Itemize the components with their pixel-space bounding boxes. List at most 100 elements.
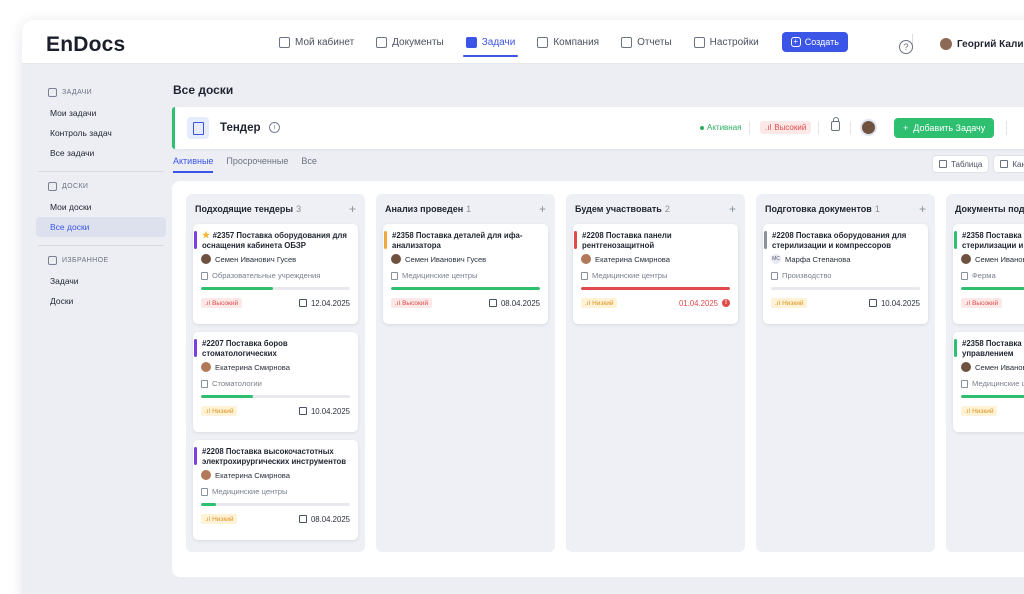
sidebar-item[interactable]: Задачи bbox=[36, 271, 166, 291]
card-footer: .ıl Низкий 01.04.2025! bbox=[581, 298, 730, 308]
organization-label: Ферма bbox=[972, 271, 996, 280]
tab-1[interactable]: Просроченные bbox=[226, 156, 288, 173]
add-card-icon[interactable]: + bbox=[349, 203, 356, 215]
board-priority-label: Высокий bbox=[774, 123, 807, 132]
view-button-1[interactable]: Канбан bbox=[993, 155, 1024, 173]
sidebar-item[interactable]: Все задачи bbox=[36, 143, 166, 163]
create-button[interactable]: + Создать bbox=[781, 32, 848, 52]
nav-item-5[interactable]: Настройки bbox=[683, 20, 770, 64]
sidebar-item[interactable]: Доски bbox=[36, 291, 166, 311]
progress-fill bbox=[961, 395, 1024, 398]
task-card[interactable]: #2207 Поставка боров стоматологических Ек… bbox=[193, 332, 358, 432]
column-title-text: Подготовка документов bbox=[765, 204, 872, 214]
column-title: Анализ проведен 1 bbox=[385, 204, 471, 214]
task-card[interactable]: #2208 Поставка высокочастотных электрохи… bbox=[193, 440, 358, 540]
task-card[interactable]: #2208 Поставка оборудования для стерилиз… bbox=[763, 224, 928, 324]
card-title: ★ #2357 Поставка оборудования для оснаще… bbox=[201, 231, 350, 251]
organization-label: Медицинские центры bbox=[212, 487, 288, 496]
card-footer: .ıl Высокий bbox=[961, 298, 1024, 308]
card-title-text: #2358 Поставка деталей для ифа-анализато… bbox=[392, 231, 523, 250]
assignee-name: Семен Иванович Гусев bbox=[215, 254, 297, 264]
card-title-text: #2208 Поставка панели рентгенозащитной bbox=[582, 231, 672, 250]
progress-fill bbox=[391, 287, 540, 290]
column-title: Будем участвовать 2 bbox=[575, 204, 670, 214]
add-task-button[interactable]: + Добавить Задачу bbox=[894, 118, 995, 138]
task-card[interactable]: #2358 Поставка деталей для ифа-анализато… bbox=[383, 224, 548, 324]
nav-item-0[interactable]: Мой кабинет bbox=[268, 20, 365, 64]
nav-item-1[interactable]: Документы bbox=[365, 20, 455, 64]
card-assignee: Семен Иванович Гусев bbox=[961, 254, 1024, 264]
star-icon[interactable]: ★ bbox=[202, 231, 213, 240]
grid-icon bbox=[279, 36, 290, 48]
card-assignee: Семен Иванович Гусев bbox=[961, 362, 1024, 372]
sidebar-divider bbox=[38, 171, 164, 172]
due-date: 08.04.2025 bbox=[298, 515, 350, 524]
progress-fill bbox=[581, 287, 730, 290]
column-header: Будем участвовать 2 + bbox=[573, 202, 738, 216]
task-card[interactable]: #2358 Поставка оборудования для стерилиз… bbox=[953, 224, 1024, 324]
table-icon bbox=[939, 160, 947, 168]
sidebar-section-2: ИЗБРАННОЕ bbox=[36, 250, 166, 271]
column-header: Подготовка документов 1 + bbox=[763, 202, 928, 216]
card-color-bar bbox=[194, 447, 197, 465]
add-card-icon[interactable]: + bbox=[729, 203, 736, 215]
card-footer: .ıl Низкий 10.04.2025 bbox=[201, 406, 350, 416]
sidebar-item[interactable]: Все доски bbox=[36, 217, 166, 237]
tab-2[interactable]: Все bbox=[301, 156, 317, 173]
sidebar-divider bbox=[38, 245, 164, 246]
app-logo[interactable]: EnDocs bbox=[46, 33, 125, 57]
task-card[interactable]: ★ #2357 Поставка оборудования для оснаще… bbox=[193, 224, 358, 324]
due-date-text: 01.04.2025 bbox=[678, 298, 718, 308]
card-color-bar bbox=[954, 339, 957, 357]
card-title: #2208 Поставка панели рентгенозащитной bbox=[581, 231, 730, 251]
priority-label: Низкий bbox=[212, 407, 234, 415]
priority-label: Низкий bbox=[592, 299, 614, 307]
alert-icon: ! bbox=[722, 299, 730, 307]
nav-item-4[interactable]: Отчеты bbox=[610, 20, 683, 64]
nav-item-3[interactable]: Компания bbox=[526, 20, 610, 64]
priority-badge: .ıl Высокий bbox=[201, 298, 243, 308]
document-icon bbox=[376, 36, 388, 48]
sidebar-item[interactable]: Контроль задач bbox=[36, 123, 166, 143]
assignee-name: Екатерина Смирнова bbox=[595, 254, 670, 264]
column-header: Документы подготовлены+ bbox=[953, 202, 1024, 216]
task-card[interactable]: #2358 Поставка внешнего с ручным управле… bbox=[953, 332, 1024, 432]
sidebar-item[interactable]: Мои доски bbox=[36, 197, 166, 217]
signal-icon: .ıl bbox=[395, 299, 401, 307]
column-title-text: Документы подготовлены bbox=[955, 204, 1024, 214]
board-name: Тендер bbox=[220, 122, 261, 134]
card-assignee: Семен Иванович Гусев bbox=[201, 254, 350, 264]
organization-label: Образовательные учреждения bbox=[212, 271, 321, 280]
user-menu[interactable]: Георгий Калинин bbox=[940, 38, 1024, 50]
organization-label: Стоматологии bbox=[212, 379, 262, 388]
calendar-icon bbox=[488, 299, 497, 307]
board-tabs: Активные Просроченные Все bbox=[173, 156, 317, 173]
column-header: Анализ проведен 1 + bbox=[383, 202, 548, 216]
add-card-icon[interactable]: + bbox=[919, 203, 926, 215]
due-date: 01.04.2025! bbox=[679, 299, 730, 308]
priority-badge: .ıl Низкий bbox=[961, 406, 998, 416]
info-icon[interactable]: i bbox=[269, 122, 280, 133]
lock-icon[interactable] bbox=[831, 117, 840, 131]
card-organization: Стоматологии bbox=[201, 379, 350, 388]
nav-label: Компания bbox=[553, 36, 600, 48]
help-icon[interactable]: ? bbox=[899, 40, 913, 54]
add-card-icon[interactable]: + bbox=[539, 203, 546, 215]
view-button-0[interactable]: Таблица bbox=[932, 155, 990, 173]
card-footer: .ıl Высокий 08.04.2025 bbox=[391, 298, 540, 308]
organization-label: Медицинские центры bbox=[972, 379, 1024, 388]
nav-label: Настройки bbox=[709, 36, 759, 48]
task-card[interactable]: #2208 Поставка панели рентгенозащитной Ек… bbox=[573, 224, 738, 324]
tab-0[interactable]: Активные bbox=[173, 156, 214, 173]
progress-fill bbox=[201, 395, 254, 398]
nav-label: Задачи bbox=[481, 36, 516, 48]
card-color-bar bbox=[194, 231, 197, 249]
avatar bbox=[961, 254, 971, 264]
board-owner-avatar[interactable] bbox=[860, 119, 877, 136]
sidebar-item[interactable]: Мои задачи bbox=[36, 103, 166, 123]
card-footer: .ıl Низкий 08.04.2025 bbox=[201, 514, 350, 524]
card-title-text: #2358 Поставка оборудования для стерилиз… bbox=[962, 231, 1024, 250]
priority-badge: .ıl Низкий bbox=[581, 298, 618, 308]
card-color-bar bbox=[574, 231, 577, 249]
nav-item-2[interactable]: Задачи bbox=[455, 20, 527, 64]
